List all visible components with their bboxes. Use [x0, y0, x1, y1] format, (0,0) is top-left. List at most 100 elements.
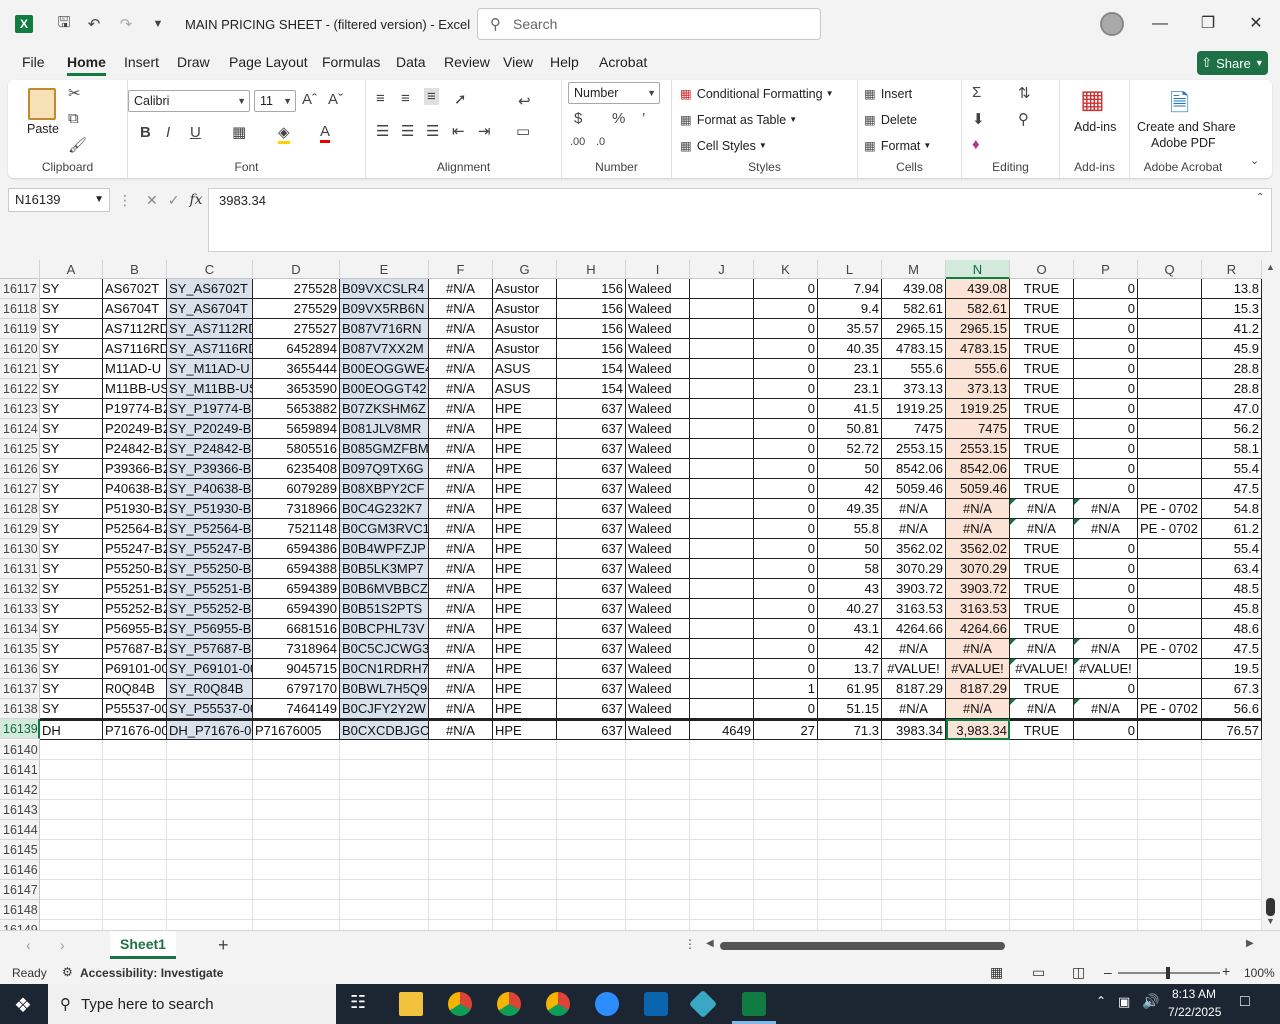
- cell[interactable]: [103, 880, 167, 900]
- cell[interactable]: Asustor: [493, 319, 557, 339]
- cell[interactable]: [690, 760, 754, 780]
- cell[interactable]: [690, 639, 754, 659]
- cell[interactable]: DH: [40, 719, 103, 740]
- cell[interactable]: 4649: [690, 719, 754, 740]
- cell[interactable]: 3163.53: [946, 599, 1010, 619]
- cell[interactable]: #N/A: [429, 399, 493, 419]
- scroll-right-icon[interactable]: ▶: [1246, 938, 1254, 949]
- cell[interactable]: [946, 920, 1010, 930]
- cell[interactable]: 6594390: [253, 599, 340, 619]
- cell[interactable]: [818, 880, 882, 900]
- cell[interactable]: B07ZKSHM6Z: [340, 399, 429, 419]
- cell[interactable]: [1138, 279, 1202, 299]
- cell[interactable]: 47.5: [1202, 479, 1262, 499]
- cell[interactable]: 5659894: [253, 419, 340, 439]
- cell[interactable]: Waleed: [626, 359, 690, 379]
- zoom-out-icon[interactable]: –: [1104, 964, 1112, 980]
- cell[interactable]: [1010, 760, 1074, 780]
- cell[interactable]: [818, 920, 882, 930]
- add-sheet-icon[interactable]: +: [218, 935, 229, 956]
- cell[interactable]: SY: [40, 499, 103, 519]
- cell[interactable]: 0: [754, 559, 818, 579]
- cell[interactable]: M11BB-US: [103, 379, 167, 399]
- cell[interactable]: [557, 780, 626, 800]
- cell[interactable]: [167, 740, 253, 760]
- fill-icon[interactable]: ⬇: [972, 110, 985, 128]
- chrome-profile-3-icon[interactable]: [546, 992, 570, 1016]
- cell[interactable]: 0: [754, 479, 818, 499]
- cell[interactable]: [1138, 419, 1202, 439]
- cell[interactable]: [40, 900, 103, 920]
- align-center-icon[interactable]: ☰: [401, 122, 414, 140]
- cell[interactable]: SY_AS6704T: [167, 299, 253, 319]
- cell[interactable]: 275527: [253, 319, 340, 339]
- cell[interactable]: [882, 780, 946, 800]
- delete-cells-button[interactable]: ▦ Delete: [864, 112, 917, 128]
- cell[interactable]: [754, 880, 818, 900]
- cell[interactable]: [1138, 619, 1202, 639]
- cell[interactable]: P24842-B2: [103, 439, 167, 459]
- cell[interactable]: HPE: [493, 459, 557, 479]
- cell[interactable]: #N/A: [429, 379, 493, 399]
- cell[interactable]: [429, 900, 493, 920]
- cell[interactable]: [167, 780, 253, 800]
- cell[interactable]: Waleed: [626, 619, 690, 639]
- cell[interactable]: [557, 740, 626, 760]
- cell[interactable]: [167, 860, 253, 880]
- cell[interactable]: [1074, 920, 1138, 930]
- cell[interactable]: [1010, 740, 1074, 760]
- cell[interactable]: [626, 740, 690, 760]
- cell[interactable]: 0: [1074, 459, 1138, 479]
- cell[interactable]: 0: [754, 519, 818, 539]
- cell[interactable]: [1138, 299, 1202, 319]
- horizontal-scroll-thumb[interactable]: [720, 942, 1005, 950]
- cell[interactable]: [818, 740, 882, 760]
- cell[interactable]: [1202, 800, 1262, 820]
- cell[interactable]: [1138, 800, 1202, 820]
- cell[interactable]: 0: [754, 399, 818, 419]
- column-header-e[interactable]: E: [340, 260, 429, 279]
- cell[interactable]: [40, 920, 103, 930]
- volume-icon[interactable]: 🔊: [1142, 993, 1159, 1010]
- cut-icon[interactable]: ✂: [68, 84, 81, 102]
- cell[interactable]: Asustor: [493, 299, 557, 319]
- cell[interactable]: AS7116RD: [103, 339, 167, 359]
- cell[interactable]: [626, 820, 690, 840]
- tab-acrobat[interactable]: Acrobat: [599, 54, 647, 70]
- tab-review[interactable]: Review: [444, 54, 490, 70]
- error-indicator-icon[interactable]: [1074, 519, 1080, 525]
- cell[interactable]: HPE: [493, 639, 557, 659]
- cell[interactable]: [818, 820, 882, 840]
- cell[interactable]: 373.13: [946, 379, 1010, 399]
- cell[interactable]: 637: [557, 459, 626, 479]
- cell[interactable]: HPE: [493, 699, 557, 719]
- cancel-icon[interactable]: ✕: [146, 192, 158, 209]
- cell[interactable]: 0: [1074, 619, 1138, 639]
- cell[interactable]: [429, 800, 493, 820]
- cell[interactable]: #N/A: [429, 439, 493, 459]
- cell[interactable]: 637: [557, 679, 626, 699]
- cell[interactable]: B0CN1RDRH7: [340, 659, 429, 679]
- cell[interactable]: DH_P71676-00: [167, 719, 253, 740]
- cell[interactable]: [818, 860, 882, 880]
- cell[interactable]: 154: [557, 379, 626, 399]
- cell[interactable]: [818, 840, 882, 860]
- paste-button[interactable]: Paste: [27, 122, 59, 136]
- cell[interactable]: SY: [40, 579, 103, 599]
- cell[interactable]: [253, 740, 340, 760]
- cell[interactable]: HPE: [493, 659, 557, 679]
- worksheet-grid[interactable]: A B C D E F G H I J K L M N O P Q R 16117 SY AS6702T SY_AS670…: [0, 260, 1262, 930]
- cell[interactable]: [253, 820, 340, 840]
- cell[interactable]: [690, 659, 754, 679]
- cell[interactable]: [690, 740, 754, 760]
- cell[interactable]: 61.95: [818, 679, 882, 699]
- row-header[interactable]: 16121: [0, 359, 40, 379]
- cell[interactable]: [40, 860, 103, 880]
- decrease-font-icon[interactable]: Aˇ: [328, 91, 343, 108]
- cell[interactable]: [690, 519, 754, 539]
- cell[interactable]: [167, 920, 253, 930]
- cell[interactable]: [557, 800, 626, 820]
- column-header-a[interactable]: A: [40, 260, 103, 279]
- cell[interactable]: [40, 760, 103, 780]
- cell[interactable]: [754, 900, 818, 920]
